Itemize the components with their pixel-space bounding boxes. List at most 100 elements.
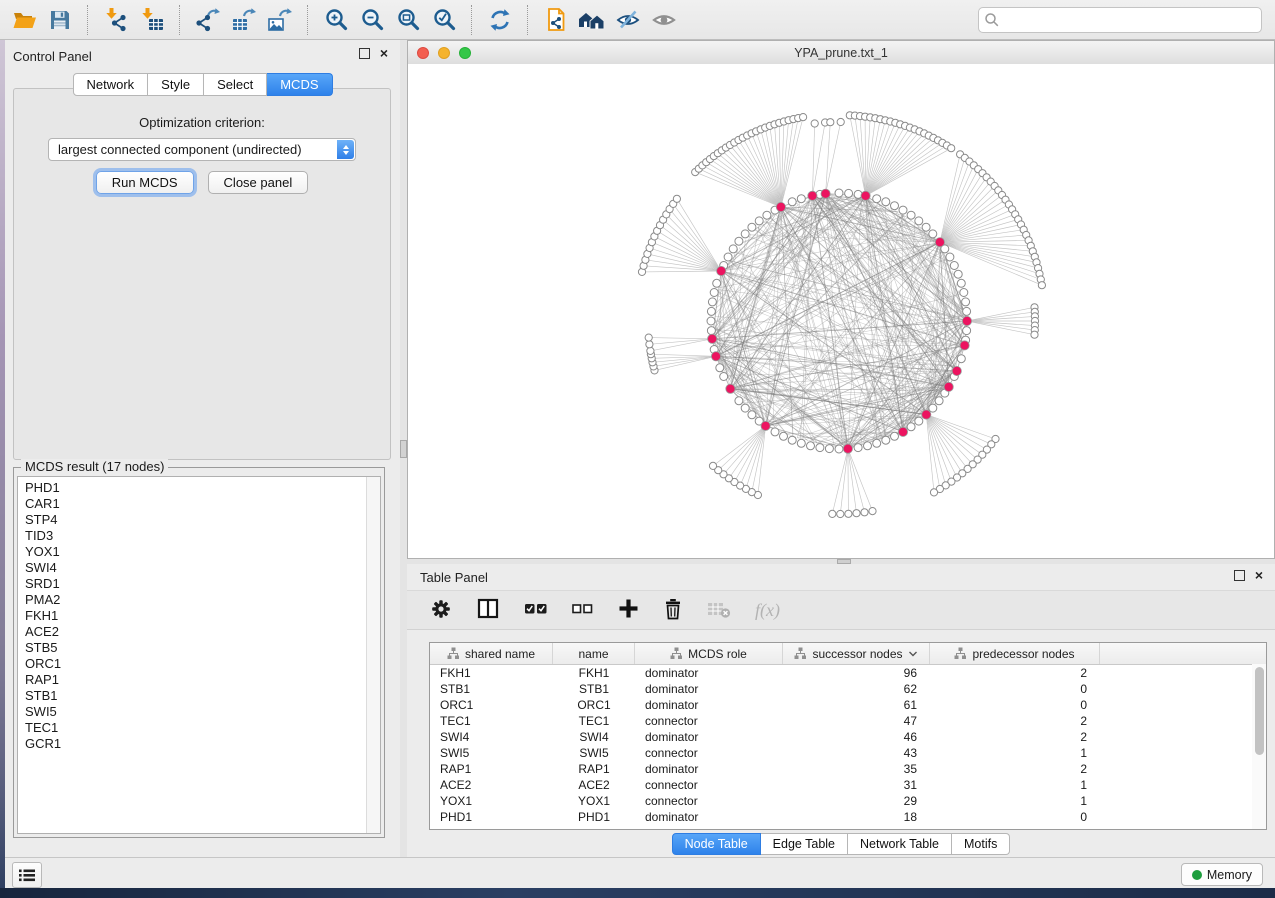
table-panel-title: Table Panel [420,570,488,585]
function-builder-icon[interactable]: f(x) [755,600,780,621]
table-cell: 43 [783,745,930,761]
add-column-icon[interactable] [618,598,639,622]
column-header-predecessor-nodes[interactable]: predecessor nodes [930,643,1100,664]
column-header-name[interactable]: name [553,643,635,664]
mcds-result-item[interactable]: SWI4 [25,560,380,576]
mcds-result-item[interactable]: SWI5 [25,704,380,720]
run-mcds-button[interactable]: Run MCDS [96,171,194,194]
column-header-shared-name[interactable]: shared name [430,643,553,664]
table-tab-network-table[interactable]: Network Table [848,833,952,855]
table-row[interactable]: FKH1FKH1dominator962 [430,665,1266,681]
refresh-layout-icon[interactable] [482,3,518,37]
table-tab-node-table[interactable]: Node Table [672,833,761,855]
table-cell: SWI4 [553,729,635,745]
zoom-fit-icon[interactable] [390,3,426,37]
table-cell: 96 [783,665,930,681]
open-session-icon[interactable] [6,3,42,37]
network-window-titlebar[interactable]: YPA_prune.txt_1 [408,41,1274,65]
table-cell: connector [635,745,783,761]
zoom-in-icon[interactable] [318,3,354,37]
zoom-out-icon[interactable] [354,3,390,37]
table-cell: connector [635,713,783,729]
mcds-result-item[interactable]: PHD1 [25,480,380,496]
list-scrollbar[interactable] [366,477,380,833]
import-table-icon[interactable] [134,3,170,37]
export-network-icon[interactable] [190,3,226,37]
memory-button[interactable]: Memory [1181,863,1263,886]
tab-style[interactable]: Style [148,73,204,96]
table-row[interactable]: ACE2ACE2connector311 [430,777,1266,793]
zoom-selected-icon[interactable] [426,3,462,37]
close-panel-icon[interactable]: × [380,49,388,58]
gear-icon[interactable] [429,597,453,624]
table-tab-motifs[interactable]: Motifs [952,833,1010,855]
columns-icon[interactable] [477,598,500,623]
tab-mcds[interactable]: MCDS [267,73,332,96]
table-row[interactable]: SWI4SWI4dominator462 [430,729,1266,745]
table-scrollbar[interactable] [1252,664,1266,829]
table-cell: STB1 [553,681,635,697]
table-row[interactable]: TEC1TEC1connector472 [430,713,1266,729]
save-session-icon[interactable] [42,3,78,37]
mcds-result-item[interactable]: RAP1 [25,672,380,688]
close-panel-icon[interactable]: × [1255,571,1263,580]
table-row[interactable]: RAP1RAP1dominator352 [430,761,1266,777]
mcds-result-item[interactable]: YOX1 [25,544,380,560]
mcds-result-item[interactable]: TEC1 [25,720,380,736]
optimization-criterion-select[interactable]: largest connected component (undirected) [48,138,356,161]
import-network-icon[interactable] [98,3,134,37]
mcds-result-item[interactable]: CAR1 [25,496,380,512]
table-cell: 29 [783,793,930,809]
table-row[interactable]: ORC1ORC1dominator610 [430,697,1266,713]
toolbar-separator [179,5,181,35]
float-panel-icon[interactable] [359,48,370,59]
table-row[interactable]: PHD1PHD1dominator180 [430,809,1266,825]
table-tab-edge-table[interactable]: Edge Table [761,833,848,855]
column-header-successor-nodes[interactable]: successor nodes [783,643,930,664]
column-header-mcds-role[interactable]: MCDS role [635,643,783,664]
tab-select[interactable]: Select [204,73,267,96]
delete-table-icon[interactable] [707,599,731,622]
mcds-result-item[interactable]: STB5 [25,640,380,656]
clone-network-icon[interactable] [538,3,574,37]
mcds-result-item[interactable]: STB1 [25,688,380,704]
desktop-wallpaper-strip [0,888,1275,898]
mcds-result-item[interactable]: GCR1 [25,736,380,752]
table-row[interactable]: SWI5SWI5connector431 [430,745,1266,761]
hide-selected-eye-icon[interactable] [610,3,646,37]
table-cell: dominator [635,729,783,745]
splitter-grip[interactable] [400,440,407,458]
mcds-result-item[interactable]: STP4 [25,512,380,528]
mcds-tab-panel: Optimization criterion: largest connecte… [13,88,391,460]
tab-network[interactable]: Network [72,73,148,96]
mcds-result-listbox[interactable]: PHD1CAR1STP4TID3YOX1SWI4SRD1PMA2FKH1ACE2… [17,476,381,834]
mcds-result-item[interactable]: ACE2 [25,624,380,640]
float-panel-icon[interactable] [1234,570,1245,581]
task-history-button[interactable] [12,862,42,888]
mcds-result-title: MCDS result (17 nodes) [21,459,168,474]
mcds-result-item[interactable]: FKH1 [25,608,380,624]
export-image-icon[interactable] [262,3,298,37]
unselect-all-icon[interactable] [572,600,594,621]
table-row[interactable]: STB1STB1dominator620 [430,681,1266,697]
mcds-result-item[interactable]: PMA2 [25,592,380,608]
show-eye-icon[interactable] [646,3,682,37]
export-table-icon[interactable] [226,3,262,37]
houses-icon[interactable] [574,3,610,37]
delete-column-icon[interactable] [663,598,683,623]
mcds-result-item[interactable]: ORC1 [25,656,380,672]
network-window-title: YPA_prune.txt_1 [408,46,1274,60]
vertical-splitter[interactable] [400,40,407,857]
table-cell: connector [635,777,783,793]
search-input[interactable] [978,7,1262,33]
table-cell: RAP1 [430,761,553,777]
mcds-result-item[interactable]: TID3 [25,528,380,544]
mcds-result-item[interactable]: SRD1 [25,576,380,592]
table-row[interactable]: YOX1YOX1connector291 [430,793,1266,809]
network-canvas[interactable] [408,64,1274,558]
search-field[interactable] [1005,12,1261,29]
select-all-icon[interactable] [524,600,548,621]
scrollbar-thumb[interactable] [1255,667,1264,755]
close-panel-button[interactable]: Close panel [208,171,309,194]
table-body: FKH1FKH1dominator962STB1STB1dominator620… [430,665,1266,825]
